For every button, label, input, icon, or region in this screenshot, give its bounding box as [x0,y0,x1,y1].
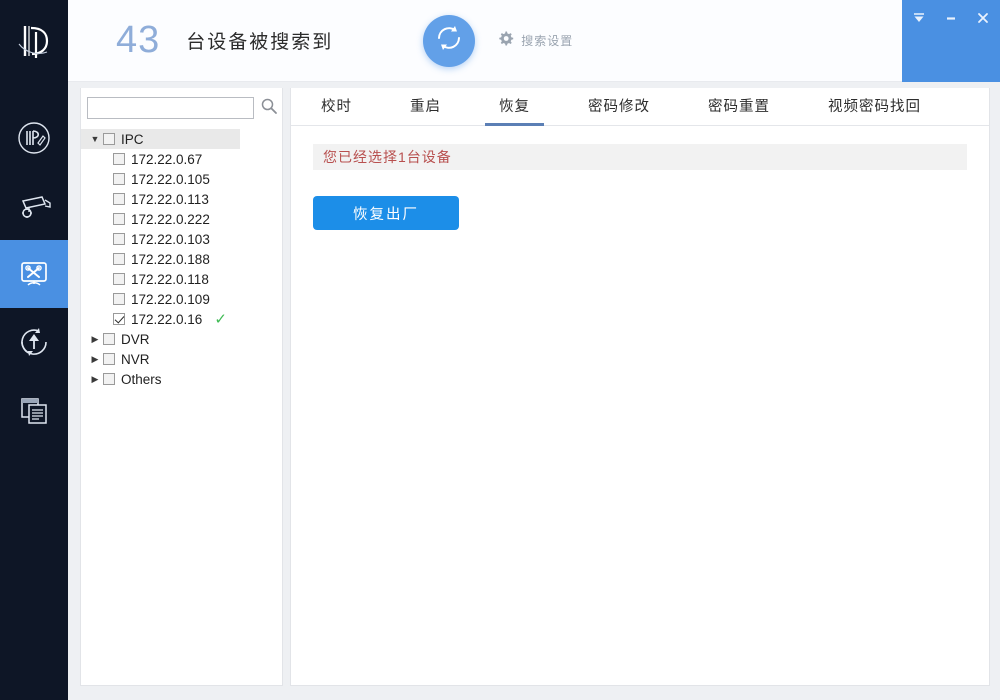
tree-group-ipc[interactable]: ▼ IPC [81,129,240,149]
camera-gear-icon [14,186,54,226]
chevron-down-icon[interactable]: ▼ [87,134,103,144]
tab-3[interactable]: 密码修改 [572,95,666,125]
device-ip-label: 172.22.0.16 [131,311,203,327]
monitor-tools-icon [14,254,54,294]
device-checkbox[interactable] [113,173,125,185]
sidebar-item-ip-edit[interactable] [0,104,68,172]
tree-group-label: IPC [121,131,144,147]
selection-notice-bar: 您已经选择1台设备 [313,144,967,170]
success-check-icon: ✓ [214,310,227,328]
group-checkbox[interactable] [103,133,115,145]
minimize-button[interactable] [942,9,960,27]
close-icon [978,13,988,23]
tree-group-label: DVR [121,331,150,347]
device-checkbox[interactable] [113,253,125,265]
tree-item-device[interactable]: 172.22.0.113 [81,189,282,209]
factory-reset-button[interactable]: 恢复出厂 [313,196,459,230]
group-checkbox[interactable] [103,333,115,345]
group-checkbox[interactable] [103,353,115,365]
device-ip-label: 172.22.0.109 [131,291,210,307]
tree-group-nvr[interactable]: ▶ NVR [81,349,282,369]
device-ip-label: 172.22.0.113 [131,191,209,207]
sidebar-item-device-upgrade[interactable] [0,308,68,376]
search-settings-button[interactable]: 搜索设置 [497,30,573,52]
device-checkbox[interactable] [113,273,125,285]
refresh-button[interactable] [423,14,476,67]
search-button[interactable] [260,98,278,118]
close-button[interactable] [974,9,992,27]
left-navigation-rail [0,0,68,700]
device-count: 43 [116,19,161,61]
chevron-right-icon[interactable]: ▶ [87,334,103,345]
tree-item-device[interactable]: 172.22.0.222 [81,209,282,229]
collapse-down-icon [914,13,924,22]
device-ip-label: 172.22.0.103 [131,231,210,247]
chevron-right-icon[interactable]: ▶ [87,354,103,365]
tree-item-device[interactable]: 172.22.0.105 [81,169,282,189]
device-count-label: 台设备被搜索到 [186,32,334,53]
tab-bar: 校时 重启 恢复 密码修改 密码重置 视频密码找回 [291,88,989,126]
gear-icon [497,30,514,52]
content-panel: 校时 重启 恢复 密码修改 密码重置 视频密码找回 您已经选择1台设备 恢复出厂 [290,88,990,686]
tab-5[interactable]: 视频密码找回 [812,95,937,125]
tree-group-label: NVR [121,351,150,367]
device-tree: ▼ IPC 172.22.0.67 172.22.0.105 172.22.0.113 1… [81,127,282,389]
device-checkbox[interactable] [113,213,125,225]
selection-notice-text: 您已经选择1台设备 [323,149,452,165]
chevron-right-icon[interactable]: ▶ [87,374,103,385]
collapse-button[interactable] [910,9,928,27]
sidebar-item-device-tools[interactable] [0,240,68,308]
minimize-icon [947,17,955,20]
documents-icon [14,390,54,430]
device-ip-label: 172.22.0.67 [131,151,203,167]
tab-1[interactable]: 重启 [394,95,457,125]
group-checkbox[interactable] [103,373,115,385]
tree-item-device[interactable]: 172.22.0.109 [81,289,282,309]
search-icon [260,97,278,120]
search-input[interactable] [87,97,254,119]
device-checkbox[interactable] [113,233,125,245]
device-checkbox[interactable] [113,193,125,205]
tab-2[interactable]: 恢复 [483,95,546,126]
sidebar-item-device-config[interactable] [0,172,68,240]
tree-item-device[interactable]: 172.22.0.188 [81,249,282,269]
application-window: 43 台设备被搜索到 搜索设置 ▼ IPC 172.22.0.67 172.22… [0,0,1000,700]
rail-item-list [0,82,68,444]
tree-group-label: Others [121,371,162,387]
tab-0[interactable]: 校时 [305,95,368,125]
tree-item-device[interactable]: 172.22.0.103 [81,229,282,249]
device-checkbox[interactable] [113,293,125,305]
device-tree-panel: ▼ IPC 172.22.0.67 172.22.0.105 172.22.0.113 1… [80,88,283,686]
ip-edit-icon [14,118,54,158]
device-ip-label: 172.22.0.105 [131,171,210,187]
tab-4[interactable]: 密码重置 [692,95,786,125]
app-header: 43 台设备被搜索到 搜索设置 [68,0,902,82]
tree-item-device[interactable]: 172.22.0.118 [81,269,282,289]
device-ip-label: 172.22.0.118 [131,271,209,287]
tree-item-device[interactable]: 172.22.0.16 ✓ [81,309,282,329]
device-checkbox[interactable] [113,153,125,165]
window-controls [902,0,1000,82]
device-ip-label: 172.22.0.188 [131,251,210,267]
tree-group-others[interactable]: ▶ Others [81,369,282,389]
sidebar-item-device-logs[interactable] [0,376,68,444]
device-ip-label: 172.22.0.222 [131,211,210,227]
search-settings-label: 搜索设置 [521,34,574,48]
app-logo [0,0,68,82]
refresh-icon [433,22,465,59]
search-row [81,88,282,127]
tree-item-device[interactable]: 172.22.0.67 [81,149,282,169]
device-checkbox[interactable] [113,313,125,325]
upload-refresh-icon [14,322,54,362]
tree-group-dvr[interactable]: ▶ DVR [81,329,282,349]
